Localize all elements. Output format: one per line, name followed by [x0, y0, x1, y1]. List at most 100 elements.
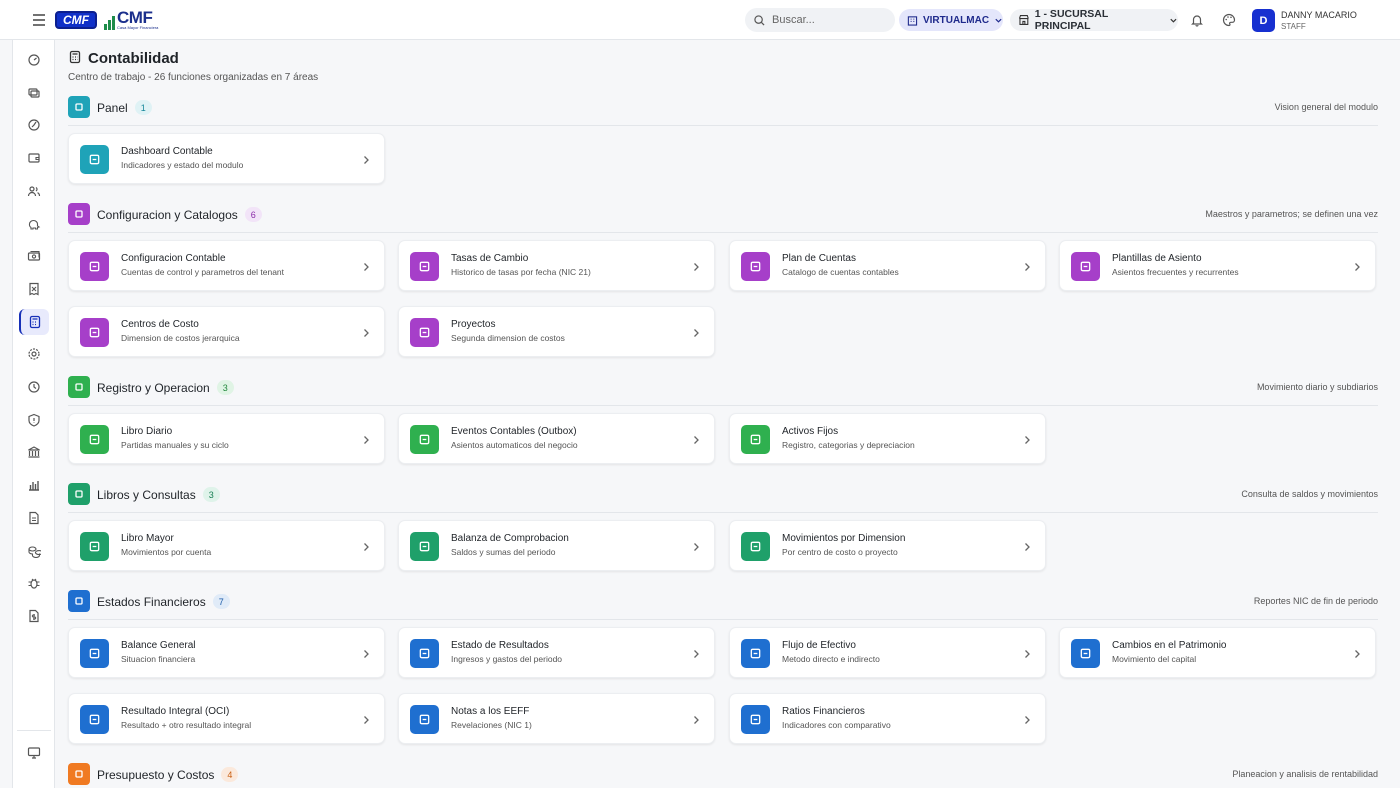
module-card[interactable]: Configuracion Contable Cuentas de control…	[68, 240, 385, 291]
section-header: Configuracion y Catalogos 6 Maestros y par…	[68, 203, 1378, 233]
settings-icon[interactable]	[19, 341, 49, 367]
module-card[interactable]: Cambios en el Patrimonio Movimiento del c…	[1059, 627, 1376, 678]
chevron-right-icon	[691, 326, 701, 338]
module-card[interactable]: Ratios Financieros Indicadores con compar…	[729, 693, 1046, 744]
section-description: Planeacion y analisis de rentabilidad	[1232, 769, 1378, 779]
module-card[interactable]: Plantillas de Asiento Asientos frecuentes…	[1059, 240, 1376, 291]
module-card[interactable]: Notas a los EEFF Revelaciones (NIC 1)	[398, 693, 715, 744]
history-icon[interactable]	[19, 374, 49, 400]
module-card[interactable]: Dashboard Contable Indicadores y estado d…	[68, 133, 385, 184]
module-icon	[741, 639, 770, 668]
wallet-icon[interactable]	[19, 145, 49, 171]
section-header: Libros y Consultas 3 Consulta de saldos y …	[68, 483, 1378, 513]
calculator-icon[interactable]	[19, 308, 49, 335]
section-count-badge: 3	[202, 487, 220, 502]
chevron-right-icon	[1352, 647, 1362, 659]
document-icon[interactable]	[19, 505, 49, 531]
hamburger-menu-icon[interactable]	[28, 9, 50, 31]
module-icon	[80, 532, 109, 561]
module-title: Eventos Contables (Outbox)	[451, 426, 577, 437]
logo[interactable]: CMF Casa Mayor Financiera	[104, 9, 158, 30]
screen-settings-icon[interactable]	[19, 740, 49, 766]
bell-icon[interactable]	[1188, 11, 1206, 29]
module-description: Ingresos y gastos del periodo	[451, 654, 563, 664]
invoice-icon[interactable]	[19, 276, 49, 302]
module-card[interactable]: Estado de Resultados Ingresos y gastos de…	[398, 627, 715, 678]
search-placeholder: Buscar...	[772, 14, 815, 26]
user-role: STAFF	[1281, 22, 1306, 31]
section-count-badge: 6	[244, 207, 262, 222]
gauge-icon[interactable]	[19, 112, 49, 138]
section-title: Presupuesto y Costos	[97, 768, 215, 782]
module-title: Ratios Financieros	[782, 706, 865, 717]
module-card[interactable]: Libro Diario Partidas manuales y su ciclo	[68, 413, 385, 464]
store-icon	[1018, 15, 1029, 25]
module-card[interactable]: Plan de Cuentas Catalogo de cuentas conta…	[729, 240, 1046, 291]
chevron-right-icon	[691, 433, 701, 445]
section-header: Presupuesto y Costos 4 Planeacion y analis…	[68, 763, 1378, 788]
piggy-bank-icon[interactable]	[19, 211, 49, 237]
money-icon[interactable]	[19, 243, 49, 269]
dashboard-icon[interactable]	[19, 47, 49, 73]
logo-tagline: Casa Mayor Financiera	[117, 25, 159, 30]
chevron-down-icon	[1170, 18, 1177, 23]
bar-chart-icon[interactable]	[19, 472, 49, 498]
users-icon[interactable]	[19, 178, 49, 204]
module-description: Partidas manuales y su ciclo	[121, 440, 229, 450]
module-card[interactable]: Balance General Situacion financiera	[68, 627, 385, 678]
module-card[interactable]: Tasas de Cambio Historico de tasas por fe…	[398, 240, 715, 291]
chevron-right-icon	[1022, 260, 1032, 272]
chevron-right-icon	[691, 647, 701, 659]
chevron-right-icon	[361, 713, 371, 725]
module-description: Por centro de costo o proyecto	[782, 547, 898, 557]
module-card[interactable]: Flujo de Efectivo Metodo directo e indire…	[729, 627, 1046, 678]
chevron-right-icon	[691, 713, 701, 725]
module-description: Revelaciones (NIC 1)	[451, 720, 532, 730]
module-card[interactable]: Balanza de Comprobacion Saldos y sumas de…	[398, 520, 715, 571]
search-input[interactable]: Buscar...	[745, 8, 895, 32]
module-icon	[410, 252, 439, 281]
module-card[interactable]: Activos Fijos Registro, categorias y depr…	[729, 413, 1046, 464]
module-card[interactable]: Libro Mayor Movimientos por cuenta	[68, 520, 385, 571]
bug-icon[interactable]	[19, 570, 49, 596]
module-card[interactable]: Centros de Costo Dimension de costos jera…	[68, 306, 385, 357]
module-title: Plantillas de Asiento	[1112, 253, 1202, 264]
module-description: Catalogo de cuentas contables	[782, 267, 899, 277]
chevron-right-icon	[1022, 647, 1032, 659]
branch-selector[interactable]: 1 - SUCURSAL PRINCIPAL	[1010, 8, 1178, 32]
chevron-right-icon	[1022, 433, 1032, 445]
section-title: Libros y Consultas	[97, 488, 196, 502]
chevron-right-icon	[361, 260, 371, 272]
module-description: Situacion financiera	[121, 654, 196, 664]
exchange-icon[interactable]	[19, 80, 49, 106]
module-card[interactable]: Resultado Integral (OCI) Resultado + otro…	[68, 693, 385, 744]
shield-icon[interactable]	[19, 407, 49, 433]
file-dollar-icon[interactable]	[19, 603, 49, 629]
section-icon	[68, 763, 90, 785]
tenant-selector[interactable]: VIRTUALMAC	[899, 9, 1003, 31]
module-card[interactable]: Proyectos Segunda dimension de costos	[398, 306, 715, 357]
module-card[interactable]: Eventos Contables (Outbox) Asientos autom…	[398, 413, 715, 464]
section-description: Reportes NIC de fin de periodo	[1253, 596, 1378, 606]
module-description: Asientos frecuentes y recurrentes	[1112, 267, 1239, 277]
section-header: Registro y Operacion 3 Movimiento diario y…	[68, 376, 1378, 406]
module-card[interactable]: Movimientos por Dimension Por centro de c…	[729, 520, 1046, 571]
branch-label: 1 - SUCURSAL PRINCIPAL	[1034, 8, 1109, 32]
module-description: Saldos y sumas del periodo	[451, 547, 556, 557]
palette-icon[interactable]	[1220, 11, 1238, 29]
coins-icon[interactable]	[19, 538, 49, 564]
module-title: Resultado Integral (OCI)	[121, 706, 230, 717]
page-title: Contabilidad	[88, 50, 179, 67]
bank-icon[interactable]	[19, 439, 49, 465]
module-icon	[80, 145, 109, 174]
user-name[interactable]: DANNY MACARIO	[1281, 10, 1357, 21]
section-icon	[68, 590, 90, 612]
avatar[interactable]: D	[1252, 9, 1275, 32]
module-icon	[80, 318, 109, 347]
module-description: Indicadores con comparativo	[782, 720, 891, 730]
logo-badge[interactable]: CMF	[55, 10, 97, 29]
module-icon	[1071, 252, 1100, 281]
chevron-right-icon	[1022, 713, 1032, 725]
module-title: Libro Mayor	[121, 533, 174, 544]
chevron-right-icon	[691, 540, 701, 552]
